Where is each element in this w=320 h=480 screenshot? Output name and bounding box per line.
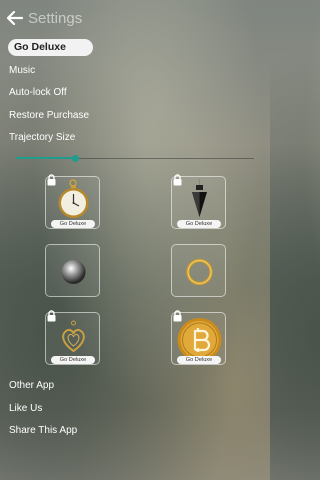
lock-icon (173, 310, 182, 322)
gold-ring-icon (186, 258, 213, 286)
auto-lock-toggle[interactable]: Auto-lock Off (9, 87, 67, 98)
lock-icon (47, 174, 56, 186)
like-us-link[interactable]: Like Us (9, 403, 42, 414)
back-arrow-icon[interactable] (7, 11, 23, 25)
other-app-link[interactable]: Other App (9, 380, 54, 391)
slider-thumb[interactable] (72, 155, 79, 162)
go-deluxe-badge: Go Deluxe (51, 220, 95, 228)
lock-icon (47, 310, 56, 322)
restore-purchase-button[interactable]: Restore Purchase (9, 110, 89, 121)
app-header: Settings (0, 0, 270, 36)
go-deluxe-button[interactable]: Go Deluxe (8, 39, 93, 56)
share-app-link[interactable]: Share This App (9, 425, 77, 436)
pendulum-tile-silver-ball[interactable] (45, 244, 100, 297)
page-title: Settings (28, 10, 83, 27)
go-deluxe-badge: Go Deluxe (177, 220, 221, 228)
trajectory-size-slider[interactable] (16, 153, 254, 165)
go-deluxe-badge: Go Deluxe (51, 356, 95, 364)
music-toggle[interactable]: Music (9, 65, 35, 76)
go-deluxe-badge: Go Deluxe (177, 356, 221, 364)
slider-fill (16, 157, 76, 159)
pendulum-tile-gold-ring[interactable] (171, 244, 226, 297)
lock-icon (173, 174, 182, 186)
silver-ball-icon (61, 260, 86, 284)
trajectory-size-label: Trajectory Size (9, 132, 76, 143)
